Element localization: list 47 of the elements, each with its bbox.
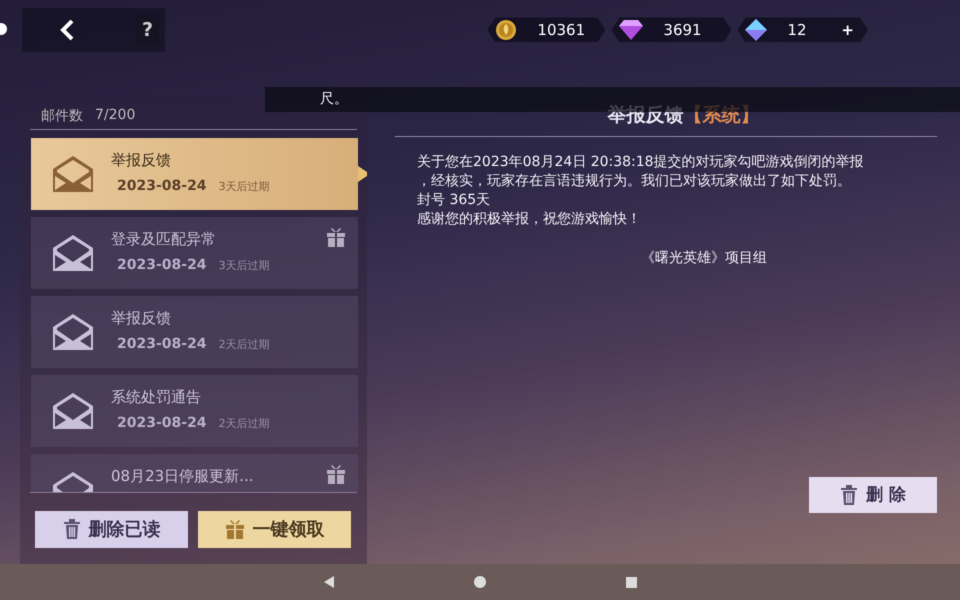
mail-expiry: 2天后过期 [218, 416, 270, 431]
mail-item[interactable]: 举报反馈 2023-08-24 2天后过期 [31, 296, 358, 368]
mail-date: 2023-08-24 [117, 178, 207, 194]
mail-date: 2023-08-24 [117, 336, 207, 352]
delete-button[interactable]: 删 除 [809, 476, 937, 513]
overlay-text: 尺。 [320, 90, 348, 108]
mail-title: 08月23日停服更新... [111, 466, 254, 486]
currency-amount: 3691 [663, 20, 703, 39]
envelope-icon [53, 156, 93, 192]
mail-expiry: 2天后过期 [218, 336, 270, 352]
envelope-icon [53, 314, 93, 350]
help-button[interactable]: ? [136, 14, 159, 45]
mail-heading: 举报反馈【系统】 [608, 102, 760, 128]
mail-date: 2023-08-24 [117, 414, 207, 431]
message-line: ，经核实，玩家存在言语违规行为。我们已对该玩家做出了如下处罚。 [417, 172, 852, 191]
mail-expiry: 3天后过期 [218, 178, 270, 194]
signature: 《曙光英雄》项目组 [640, 248, 768, 268]
mail-title: 系统处罚通告 [111, 388, 202, 407]
home-icon[interactable] [474, 576, 486, 588]
mail-count: 7/200 [95, 106, 136, 125]
mail-count-label: 邮件数 [41, 106, 83, 126]
currency-amount: 12 [787, 20, 808, 39]
envelope-icon [53, 234, 93, 271]
trash-icon [62, 519, 80, 540]
message-line: 感谢您的积极举报，祝您游戏愉快！ [417, 210, 642, 229]
currency-amount: 10361 [537, 20, 586, 39]
gift-icon [224, 519, 244, 540]
coin-icon [495, 18, 518, 41]
mail-title: 举报反馈 [111, 150, 172, 170]
crystal-icon [745, 18, 768, 41]
recents-icon[interactable] [626, 576, 636, 588]
mail-title: 登录及匹配异常 [111, 230, 217, 249]
envelope-icon [53, 392, 93, 429]
claim-all-button[interactable]: 一键领取 [198, 510, 351, 548]
gem-icon [619, 20, 644, 40]
mail-date: 2023-08-24 [117, 256, 207, 273]
message-line: 关于您在2023年08月24日 20:38:18提交的对玩家勾吧游戏倒闭的举报 [417, 152, 865, 172]
pointer-icon [358, 166, 367, 182]
message-line: 封号 365天 [417, 190, 492, 210]
delete-read-button[interactable]: 删除已读 [35, 510, 188, 548]
mail-title: 举报反馈 [111, 308, 172, 328]
mail-expiry: 3天后过期 [218, 258, 270, 273]
back-icon[interactable] [60, 18, 74, 41]
add-button[interactable]: + [841, 20, 854, 39]
mail-item[interactable]: 系统处罚通告 2023-08-24 2天后过期 [31, 374, 358, 447]
trash-icon [840, 484, 858, 505]
mail-item[interactable]: 登录及匹配异常 2023-08-24 3天后过期 [31, 216, 358, 289]
